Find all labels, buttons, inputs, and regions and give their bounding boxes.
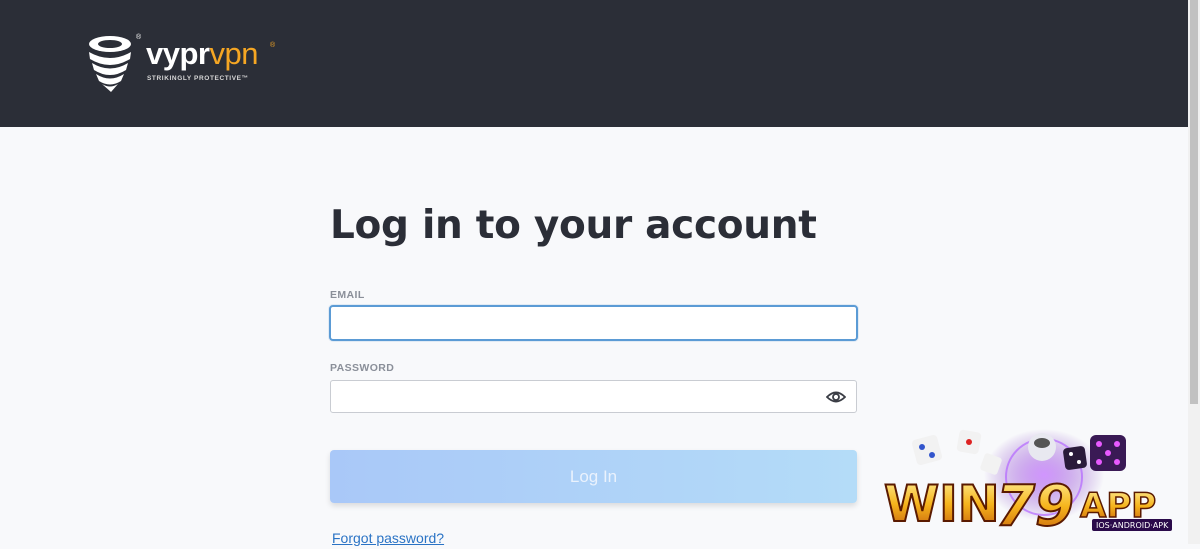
page-scrollbar[interactable] [1188, 0, 1200, 544]
overlay-brand-win: WIN [884, 475, 1000, 533]
page-title: Log in to your account [330, 203, 817, 248]
overlay-brand-sub: IOS·ANDROID·APK [1096, 521, 1169, 530]
logo-wordmark: vyprvpn [146, 36, 258, 72]
top-header: ® vyprvpn ® STRIKINGLY PROTECTIVE™ [0, 0, 1188, 127]
snake-coil-icon [89, 36, 131, 92]
logo-text-vypr: vypr [146, 36, 210, 71]
login-button[interactable]: Log In [330, 450, 857, 503]
email-field[interactable] [329, 305, 858, 341]
logo-registered-mark: ® [136, 34, 142, 41]
password-label: PASSWORD [330, 362, 395, 374]
vyprvpn-logo[interactable]: ® vyprvpn ® STRIKINGLY PROTECTIVE™ [86, 34, 286, 94]
logo-tagline: STRIKINGLY PROTECTIVE™ [147, 75, 249, 82]
win79app-overlay: WIN 79 APP IOS·ANDROID·APK [883, 425, 1176, 544]
scrollbar-thumb[interactable] [1190, 0, 1198, 404]
logo-registered-mark-2: ® [270, 42, 276, 49]
password-field[interactable] [330, 380, 857, 413]
dice-icons: WIN 79 APP IOS·ANDROID·APK [883, 429, 1172, 540]
eye-icon[interactable] [826, 389, 846, 405]
logo-text-vpn: vpn [209, 36, 258, 71]
email-label: EMAIL [330, 289, 365, 301]
overlay-brand-79: 79 [996, 474, 1074, 539]
